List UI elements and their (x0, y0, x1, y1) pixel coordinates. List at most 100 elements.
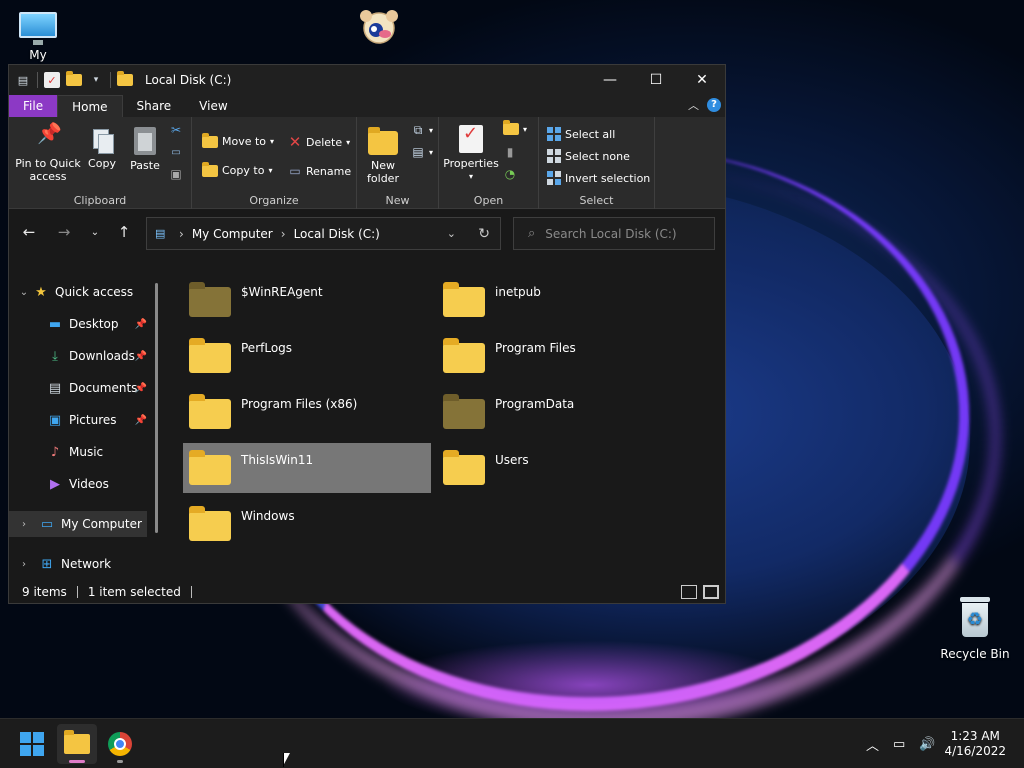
breadcrumb-my-computer[interactable]: My Computer (192, 227, 273, 241)
pin-to-quick-access-button[interactable]: 📌 Pin to Quick access (15, 121, 81, 183)
pin-icon: 📌 (37, 121, 62, 145)
properties-button[interactable]: Properties ▾ (443, 125, 499, 183)
folder-icon (443, 394, 485, 429)
select-none-button[interactable]: Select none (547, 149, 630, 163)
invert-selection-button[interactable]: Invert selection (547, 171, 650, 185)
nav-item-music[interactable]: ♪ Music (9, 439, 147, 465)
nav-item-downloads[interactable]: ⤓ Downloads 📌 (9, 343, 147, 369)
folder-item[interactable]: Program Files (x86) (183, 387, 431, 437)
chevron-down-icon: ⌄ (19, 286, 29, 298)
title-bar[interactable]: ▤ ✓ ▾ Local Disk (C:) — ☐ ✕ (9, 65, 725, 95)
breadcrumb-local-disk[interactable]: Local Disk (C:) (294, 227, 380, 241)
recent-locations-button[interactable]: ⌄ (85, 221, 105, 243)
copy-button[interactable]: Copy (85, 127, 119, 170)
new-folder-button[interactable]: New folder (361, 127, 405, 185)
ribbon-group-organize: Move to ▾ Copy to ▾ ✕ Delete ▾ ▭ Rename Org… (192, 117, 357, 209)
taskbar-file-explorer[interactable] (57, 724, 97, 764)
select-all-button[interactable]: Select all (547, 127, 615, 141)
delete-icon: ✕ (288, 133, 302, 151)
nav-item-documents[interactable]: ▤ Documents 📌 (9, 375, 147, 401)
group-label: Organize (249, 194, 299, 207)
open-button[interactable]: ▾ (503, 120, 527, 135)
folder-item[interactable]: Windows (183, 499, 431, 549)
computer-icon[interactable]: ▤ (15, 72, 31, 88)
forward-button[interactable]: → (54, 221, 74, 243)
desktop-icon-recycle-bin[interactable]: ♻ Recycle Bin (937, 597, 1013, 661)
easy-access-button[interactable]: ▤ ▾ (411, 145, 433, 159)
tab-share[interactable]: Share (123, 95, 186, 117)
folder-item[interactable]: Program Files (437, 331, 685, 381)
tab-file[interactable]: File (9, 95, 58, 117)
nav-quick-access[interactable]: ⌄ ★ Quick access (9, 279, 155, 305)
item-count: 9 items (22, 585, 67, 599)
mascot-icon[interactable] (358, 6, 400, 48)
nav-item-desktop[interactable]: ▬ Desktop 📌 (9, 311, 147, 337)
move-to-icon (202, 132, 218, 148)
copy-to-button[interactable]: Copy to ▾ (202, 161, 272, 177)
nav-scrollbar[interactable] (155, 283, 158, 533)
star-icon: ★ (35, 284, 47, 300)
group-label: Open (473, 194, 504, 207)
folder-icon (443, 450, 485, 485)
open-icon (503, 120, 519, 135)
running-indicator (117, 760, 123, 763)
paste-shortcut-icon: ▣ (170, 167, 182, 181)
folder-item[interactable]: PerfLogs (183, 331, 431, 381)
move-to-button[interactable]: Move to ▾ (202, 132, 274, 148)
address-dropdown-icon[interactable]: ⌄ (447, 227, 456, 240)
chevron-up-icon[interactable]: ︿ (866, 735, 879, 754)
minimize-button[interactable]: — (587, 65, 633, 95)
collapse-ribbon-icon[interactable]: ︿ (688, 97, 699, 113)
refresh-icon[interactable]: ↻ (478, 226, 490, 242)
folder-item[interactable]: Users (437, 443, 685, 493)
nav-item-videos[interactable]: ▶ Videos (9, 471, 147, 497)
pin-icon: 📌 (134, 414, 147, 426)
tab-view[interactable]: View (185, 95, 241, 117)
folder-item-selected[interactable]: ThisIsWin11 (183, 443, 431, 493)
ribbon-group-select: Select all Select none Invert selection … (539, 117, 655, 209)
large-icons-view-icon[interactable] (703, 585, 719, 599)
new-item-button[interactable]: ⧉ ▾ (411, 123, 433, 137)
paste-button[interactable]: Paste (127, 127, 163, 172)
back-button[interactable]: ← (19, 221, 39, 243)
folder-item[interactable]: ProgramData (437, 387, 685, 437)
up-button[interactable]: ↑ (114, 221, 134, 243)
paste-shortcut-button[interactable]: ▣ (169, 167, 183, 181)
status-bar: 9 items 1 item selected (9, 581, 725, 603)
history-button[interactable]: ◔ (503, 167, 517, 181)
details-view-icon[interactable] (681, 585, 697, 599)
search-input[interactable] (545, 226, 706, 241)
folder-item[interactable]: inetpub (437, 275, 685, 325)
tab-home[interactable]: Home (57, 95, 123, 117)
properties-check-icon[interactable]: ✓ (44, 72, 60, 88)
clock-date: 4/16/2022 (944, 744, 1006, 758)
computer-icon: ▤ (155, 226, 166, 240)
clock[interactable]: 1:23 AM 4/16/2022 (944, 729, 1006, 759)
copy-path-button[interactable]: ▭ (169, 145, 183, 159)
nav-network[interactable]: › ⊞ Network (9, 551, 147, 577)
select-none-icon (547, 149, 561, 163)
delete-button[interactable]: ✕ Delete ▾ (288, 133, 350, 151)
taskbar-chrome[interactable] (100, 724, 140, 764)
nav-item-pictures[interactable]: ▣ Pictures 📌 (9, 407, 147, 433)
chevron-right-icon: › (22, 518, 26, 530)
windows-logo-icon (20, 732, 44, 756)
rename-button[interactable]: ▭ Rename (288, 164, 351, 178)
folder-icon (189, 394, 231, 429)
close-button[interactable]: ✕ (679, 65, 725, 95)
chevron-down-icon[interactable]: ▾ (88, 72, 104, 88)
nav-my-computer[interactable]: › ▭ My Computer (9, 511, 147, 537)
maximize-button[interactable]: ☐ (633, 65, 679, 95)
arrow-right-icon: → (57, 223, 71, 241)
download-icon: ⤓ (52, 348, 58, 364)
new-folder-icon[interactable] (66, 71, 82, 86)
volume-icon[interactable]: 🔊 (919, 737, 935, 752)
edit-button[interactable]: ▮ (503, 145, 517, 159)
chevron-down-icon: ⌄ (90, 226, 100, 238)
pin-icon: 📌 (134, 318, 147, 330)
cut-button[interactable]: ✂ (169, 123, 183, 137)
help-icon[interactable]: ? (707, 98, 721, 112)
start-button[interactable] (12, 724, 52, 764)
folder-item[interactable]: $WinREAgent (183, 275, 431, 325)
network-icon[interactable]: ▭ (893, 737, 905, 752)
